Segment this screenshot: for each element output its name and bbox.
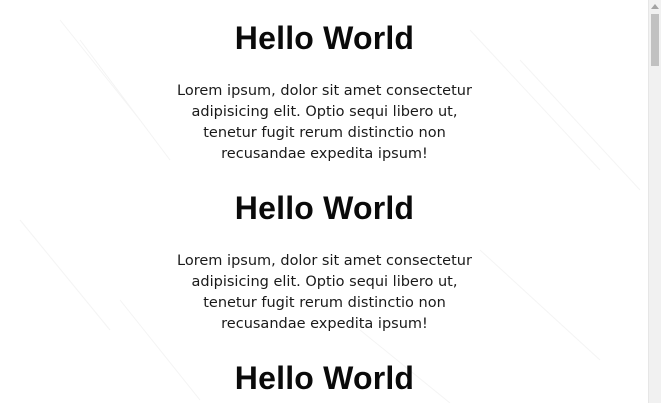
content-section: Hello World [0,358,649,398]
paragraph-line: recusandae expedita ipsum! [221,316,428,332]
page-viewport: Hello World Lorem ipsum, dolor sit amet … [0,0,649,403]
paragraph-line: Lorem ipsum, dolor sit amet consectetur [177,83,472,99]
section-paragraph: Lorem ipsum, dolor sit amet consectetur … [175,81,475,165]
paragraph-line: recusandae expedita ipsum! [221,146,428,162]
section-heading: Hello World [234,360,415,396]
paragraph-line: tenetur fugit rerum distinctio non [203,295,446,311]
paragraph-line: adipisicing elit. Optio sequi libero ut, [191,274,458,290]
vertical-scrollbar[interactable] [648,0,661,403]
scroll-up-arrow-icon[interactable] [651,4,659,9]
content-section: Hello World Lorem ipsum, dolor sit amet … [0,18,649,165]
section-heading: Hello World [234,20,415,56]
paragraph-line: adipisicing elit. Optio sequi libero ut, [191,104,458,120]
section-paragraph: Lorem ipsum, dolor sit amet consectetur … [175,251,475,335]
content-section: Hello World Lorem ipsum, dolor sit amet … [0,188,649,335]
paragraph-line: Lorem ipsum, dolor sit amet consectetur [177,253,472,269]
paragraph-line: tenetur fugit rerum distinctio non [203,125,446,141]
section-heading: Hello World [234,190,415,226]
scrollbar-thumb[interactable] [651,14,659,66]
